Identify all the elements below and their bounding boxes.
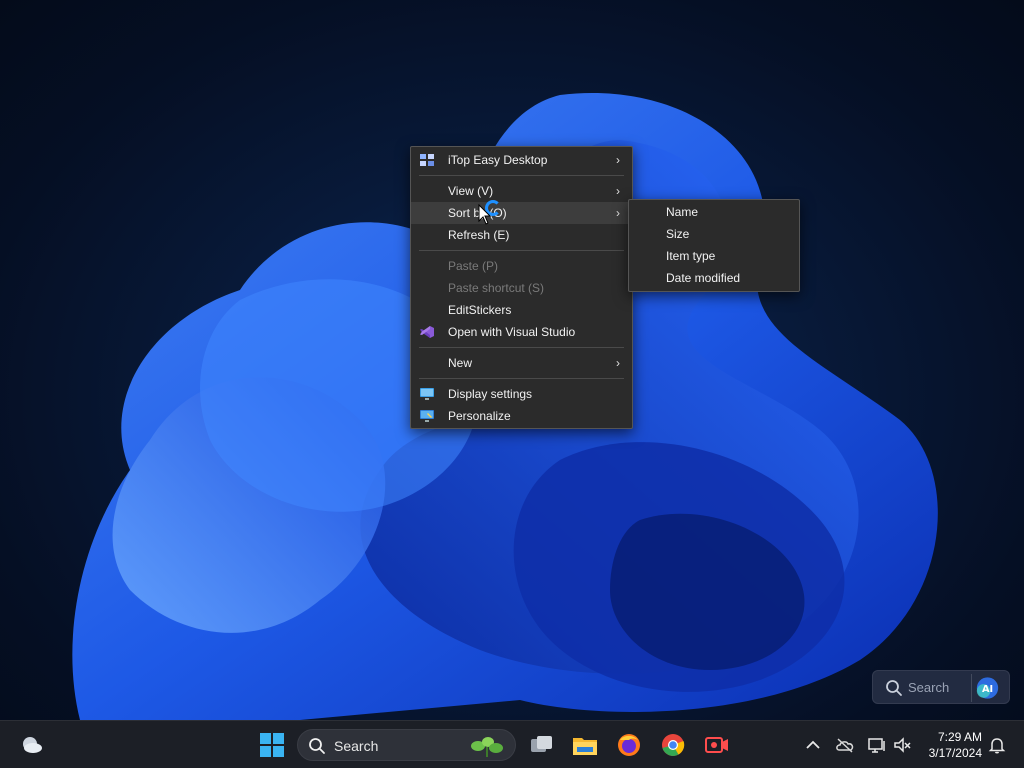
mouse-pointer-icon bbox=[478, 204, 492, 225]
personalize-icon bbox=[420, 410, 434, 422]
submenu-item-label: Name bbox=[666, 205, 699, 219]
clock-time: 7:29 AM bbox=[937, 730, 982, 744]
chevron-right-icon: › bbox=[616, 184, 620, 198]
menu-item-label: Display settings bbox=[448, 387, 533, 401]
submenu-item-label: Size bbox=[666, 227, 690, 241]
display-icon bbox=[420, 388, 434, 400]
menu-item-display-settings[interactable]: Display settings bbox=[411, 383, 632, 405]
menu-item-label: Open with Visual Studio bbox=[448, 325, 576, 339]
firefox-icon[interactable] bbox=[615, 731, 643, 759]
itop-icon bbox=[420, 154, 434, 166]
menu-separator bbox=[419, 378, 624, 379]
taskbar-search-label: Search bbox=[334, 738, 379, 754]
menu-item-view[interactable]: View (V) › bbox=[411, 180, 632, 202]
ai-label: AI bbox=[982, 684, 993, 695]
chrome-icon[interactable] bbox=[659, 731, 687, 759]
menu-item-label: Paste (P) bbox=[448, 259, 499, 273]
menu-item-label: iTop Easy Desktop bbox=[448, 153, 548, 167]
menu-item-label: EditStickers bbox=[448, 303, 512, 317]
menu-item-new[interactable]: New › bbox=[411, 352, 632, 374]
taskbar: Search 7:29 AM 3/17/2024 bbox=[0, 720, 1024, 768]
volume-muted-icon[interactable] bbox=[893, 735, 913, 755]
file-explorer-icon[interactable] bbox=[571, 731, 599, 759]
screen-recorder-icon[interactable] bbox=[703, 731, 731, 759]
chevron-right-icon: › bbox=[616, 356, 620, 370]
desktop-search-placeholder: Search bbox=[908, 680, 950, 695]
chevron-right-icon: › bbox=[616, 153, 620, 167]
menu-item-paste-shortcut: Paste shortcut (S) bbox=[411, 277, 632, 299]
menu-item-refresh[interactable]: Refresh (E) bbox=[411, 224, 632, 246]
notification-bell-icon[interactable] bbox=[987, 735, 1007, 755]
menu-item-label: View (V) bbox=[448, 184, 494, 198]
task-view-icon[interactable] bbox=[528, 731, 556, 759]
menu-item-sort-by[interactable]: Sort by (O) › bbox=[411, 202, 632, 224]
submenu-item-label: Date modified bbox=[666, 271, 741, 285]
menu-item-itop-easy-desktop[interactable]: iTop Easy Desktop › bbox=[411, 149, 632, 171]
search-icon bbox=[309, 738, 325, 754]
clock-date: 3/17/2024 bbox=[928, 746, 982, 760]
submenu-item-date-modified[interactable]: Date modified bbox=[629, 267, 799, 289]
chevron-right-icon: › bbox=[616, 206, 620, 220]
menu-separator bbox=[419, 250, 624, 251]
menu-item-personalize[interactable]: Personalize bbox=[411, 405, 632, 427]
taskbar-clock[interactable]: 7:29 AM 3/17/2024 bbox=[918, 729, 982, 761]
menu-item-label: Personalize bbox=[448, 409, 511, 423]
menu-item-editstickers[interactable]: EditStickers bbox=[411, 299, 632, 321]
submenu-item-size[interactable]: Size bbox=[629, 223, 799, 245]
search-highlight-icon bbox=[471, 737, 503, 757]
network-icon[interactable] bbox=[867, 735, 887, 755]
menu-item-label: Paste shortcut (S) bbox=[448, 281, 545, 295]
onedrive-icon[interactable] bbox=[835, 735, 855, 755]
desktop-context-menu: iTop Easy Desktop › View (V) › Sort by (… bbox=[410, 146, 633, 429]
menu-item-label: New bbox=[448, 356, 473, 370]
desktop[interactable]: iTop Easy Desktop › View (V) › Sort by (… bbox=[0, 0, 1024, 720]
menu-item-paste: Paste (P) bbox=[411, 255, 632, 277]
menu-separator bbox=[419, 347, 624, 348]
menu-separator bbox=[419, 175, 624, 176]
menu-item-label: Refresh (E) bbox=[448, 228, 510, 242]
submenu-item-label: Item type bbox=[666, 249, 716, 263]
weather-icon[interactable] bbox=[18, 731, 46, 759]
chevron-up-icon[interactable] bbox=[803, 735, 823, 755]
submenu-item-item-type[interactable]: Item type bbox=[629, 245, 799, 267]
windows-start-icon[interactable] bbox=[258, 731, 286, 759]
ai-assistant-icon[interactable]: AI bbox=[971, 674, 1003, 702]
desktop-search-widget[interactable]: Search AI bbox=[872, 670, 1010, 704]
submenu-item-name[interactable]: Name bbox=[629, 201, 799, 223]
visual-studio-icon bbox=[420, 326, 434, 338]
search-icon bbox=[886, 680, 902, 696]
sort-by-submenu: Name Size Item type Date modified bbox=[628, 199, 800, 292]
taskbar-search-box[interactable]: Search bbox=[297, 729, 516, 761]
menu-item-open-with-visual-studio[interactable]: Open with Visual Studio bbox=[411, 321, 632, 343]
